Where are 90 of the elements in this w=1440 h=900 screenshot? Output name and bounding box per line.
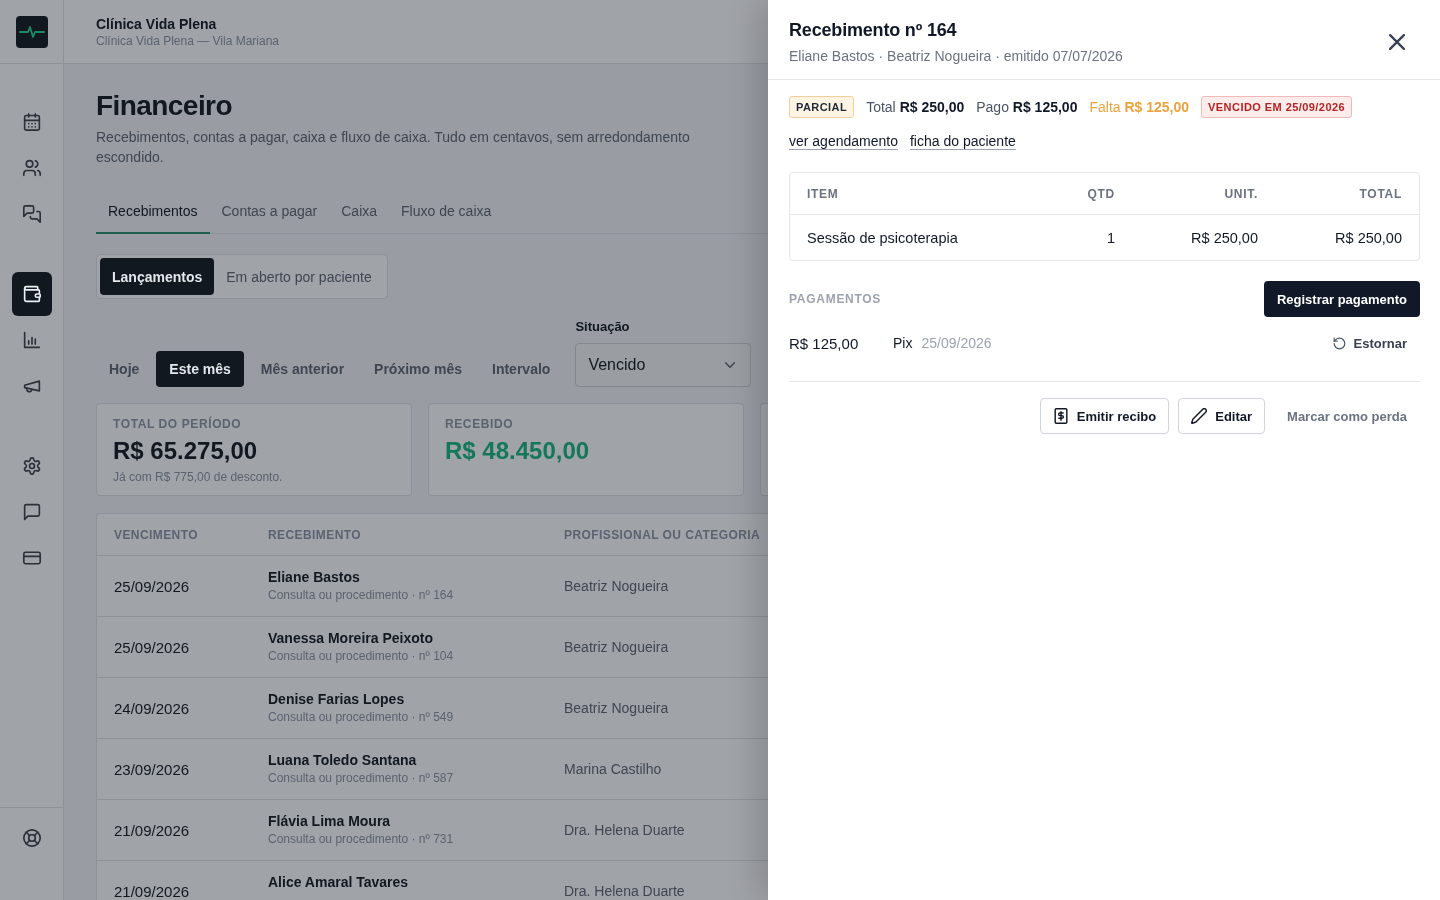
due-date: 25/09/2026 [114, 638, 190, 656]
table-cell: Beatriz Nogueira [564, 639, 669, 655]
link[interactable]: ficha do paciente [909, 131, 1016, 151]
heartbeat-logo-icon [15, 15, 48, 48]
due-date: 25/09/2026 [114, 577, 190, 595]
drawer-subtitle: Eliane Bastos · Beatriz Nogueira · emitido 07/07/2026 [789, 47, 1123, 66]
page-description: Recebimentos, contas a pagar, caixa e fluxo de caixa. Tudo em centavos, sem arredondamento escondido. [96, 128, 691, 167]
status-badge: PARCIAL [789, 96, 855, 118]
tab[interactable]: Contas a pagar [209, 190, 330, 234]
megaphone-icon [22, 377, 41, 395]
column-header: TOTAL [1359, 186, 1402, 201]
section-label: PAGAMENTOS [789, 292, 882, 306]
tab[interactable]: Caixa [329, 190, 390, 234]
table-cell: Beatriz Nogueira [564, 700, 669, 716]
period-button[interactable]: Intervalo [479, 351, 564, 387]
table-cell: R$ 250,00 [1335, 229, 1402, 246]
row-detail: Consulta ou procedimento · nº 164 [268, 587, 454, 603]
table-cell: Sessão de psicoterapia [807, 229, 958, 246]
column-header: VENCIMENTO [113, 527, 198, 542]
period-button[interactable]: Próximo mês [361, 351, 475, 387]
status-select[interactable]: Vencido [575, 343, 752, 387]
sidebar-button[interactable] [11, 272, 52, 316]
view-option[interactable]: Lançamentos [100, 258, 215, 295]
amount-summary: Total R$ 250,00 [866, 99, 965, 115]
table-cell: Dra. Helena Duarte [564, 822, 685, 838]
register-payment-button[interactable]: Registrar pagamento [1263, 281, 1420, 317]
table-cell: Marina Castilho [564, 761, 662, 777]
clinic-location: Clínica Vida Plena — Vila Mariana [96, 33, 279, 49]
column-header: QTD [1087, 186, 1115, 201]
table-cell: R$ 250,00 [1191, 229, 1258, 246]
page-title: Financeiro [96, 89, 232, 123]
stat-note: Já com R$ 775,00 de desconto. [113, 469, 283, 485]
due-badge: VENCIDO EM 25/09/2026 [1201, 96, 1353, 118]
undo-icon [1332, 336, 1346, 350]
due-date: 21/09/2026 [114, 882, 190, 900]
lifebuoy-icon [22, 829, 41, 847]
issue-receipt-button[interactable]: Emitir recibo [1039, 398, 1170, 434]
column-header: PROFISSIONAL OU CATEGORIA [563, 527, 761, 542]
tab[interactable]: Recebimentos [96, 190, 210, 234]
pencil-icon [1191, 408, 1208, 424]
reverse-payment-button[interactable]: Estornar [1319, 329, 1420, 357]
row-detail: Consulta ou procedimento · nº 587 [268, 770, 454, 786]
period-button[interactable]: Hoje [96, 351, 153, 387]
view-option[interactable]: Em aberto por paciente [214, 258, 384, 295]
chat-bubbles-icon [22, 205, 41, 223]
stat-label: TOTAL DO PERÍODO [113, 416, 242, 432]
payment-method: Pix [893, 335, 913, 351]
row-detail: Consulta ou procedimento · nº 549 [268, 709, 454, 725]
edit-button[interactable]: Editar [1178, 398, 1266, 434]
credit-card-icon [22, 549, 41, 567]
amount-summary: Falta R$ 125,00 [1089, 99, 1190, 115]
row-detail: Consulta ou procedimento · nº 104 [268, 648, 454, 664]
due-date: 21/09/2026 [114, 821, 190, 839]
column-header: ITEM [807, 186, 839, 201]
table-cell: Beatriz Nogueira [564, 578, 669, 594]
payment-date: 25/09/2026 [921, 335, 992, 351]
stat-value: R$ 48.450,00 [445, 436, 590, 466]
wallet-icon [22, 285, 41, 303]
clinic-name: Clínica Vida Plena [96, 15, 217, 33]
table-cell: Dra. Helena Duarte [564, 883, 685, 899]
settings-icon [22, 457, 41, 475]
column-header: RECEBIMENTO [267, 527, 362, 542]
link[interactable]: ver agendamento [789, 131, 898, 151]
patient-name: Vanessa Moreira Peixoto [268, 629, 433, 647]
patient-name: Denise Farias Lopes [268, 690, 405, 708]
bar-chart-icon [22, 331, 41, 349]
stat-label: RECEBIDO [445, 416, 514, 432]
due-date: 23/09/2026 [114, 760, 190, 778]
period-button[interactable]: Este mês [156, 351, 244, 387]
period-button[interactable]: Mês anterior [247, 351, 358, 387]
row-detail: Consulta ou procedimento · nº 731 [268, 831, 454, 847]
payment-amount: R$ 125,00 [789, 334, 859, 352]
mark-as-loss-button[interactable]: Marcar como perda [1274, 398, 1420, 434]
close-icon [1389, 34, 1405, 50]
column-header: UNIT. [1224, 186, 1258, 201]
patient-name: Luana Toledo Santana [268, 751, 417, 769]
speech-bubble-icon [22, 503, 41, 521]
due-date: 24/09/2026 [114, 699, 190, 717]
receipt-icon [1052, 408, 1069, 424]
tab[interactable]: Fluxo de caixa [389, 190, 504, 234]
patient-name: Eliane Bastos [268, 568, 360, 586]
drawer-title: Recebimento nº 164 [789, 19, 957, 42]
calendar-icon [22, 113, 41, 131]
patient-name: Alice Amaral Tavares [268, 873, 409, 891]
users-icon [22, 159, 41, 177]
stat-value: R$ 65.275,00 [113, 436, 258, 466]
patient-name: Flávia Lima Moura [268, 812, 391, 830]
amount-summary: Pago R$ 125,00 [976, 99, 1078, 115]
field-label: Situação [575, 319, 630, 335]
table-cell: 1 [1106, 229, 1115, 246]
